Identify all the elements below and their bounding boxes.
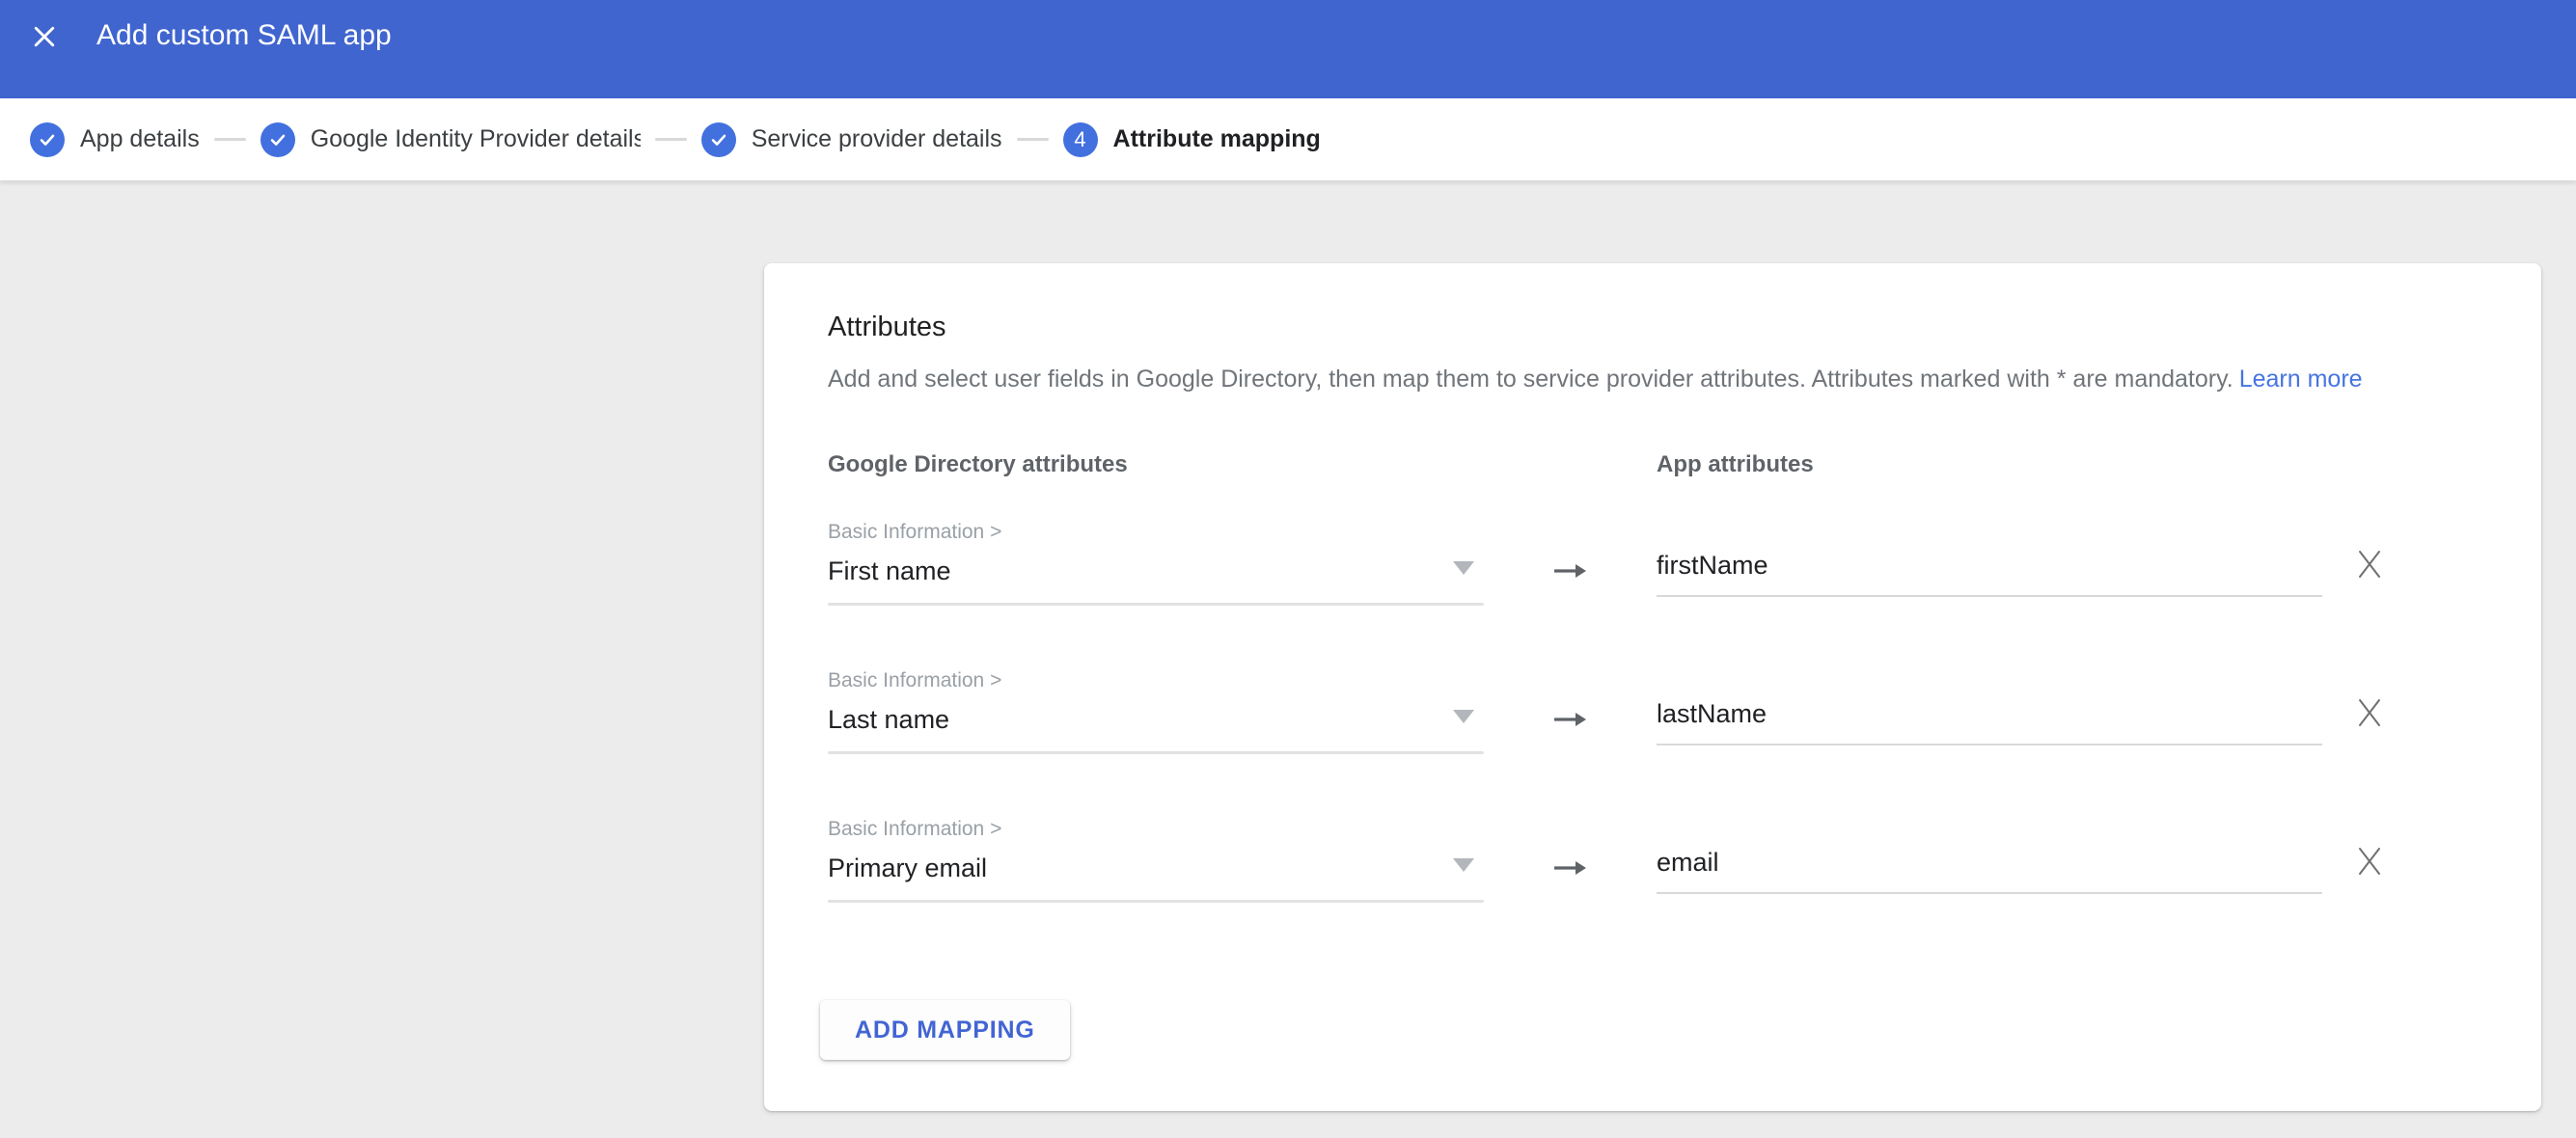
app-attribute-field <box>1657 817 2322 894</box>
step-label: Attribute mapping <box>1113 125 1321 153</box>
google-attribute-value: Last name <box>828 703 949 736</box>
app-attribute-input[interactable] <box>1657 846 2322 894</box>
arrow-cell <box>1484 558 1657 583</box>
attribute-category-label: Basic Information > <box>828 520 1484 545</box>
google-attribute-select[interactable]: Basic Information > First name <box>828 520 1484 606</box>
add-mapping-button[interactable]: ADD MAPPING <box>820 1000 1070 1060</box>
arrow-cell <box>1484 707 1657 732</box>
remove-mapping-icon[interactable] <box>2355 549 2384 580</box>
arrow-right-icon <box>1552 558 1589 583</box>
close-x-glyph <box>30 22 59 51</box>
dropdown-caret-icon <box>1453 561 1474 575</box>
app-attribute-input[interactable] <box>1657 549 2322 597</box>
card-description: Add and select user fields in Google Dir… <box>828 364 2410 394</box>
mapping-row: Basic Information > First name <box>828 520 2541 606</box>
check-icon <box>267 129 288 150</box>
attribute-category-label: Basic Information > <box>828 668 1484 693</box>
step-label: Google Identity Provider details <box>311 125 641 153</box>
column-headers: Google Directory attributes App attribut… <box>828 450 2541 479</box>
step-number: 4 <box>1074 129 1085 150</box>
google-attribute-value: First name <box>828 555 951 587</box>
attributes-card: Attributes Add and select user fields in… <box>764 263 2541 1111</box>
step-google-idp-details[interactable]: Google Identity Provider details <box>260 122 641 157</box>
arrow-right-icon <box>1552 855 1589 881</box>
description-text: Add and select user fields in Google Dir… <box>828 366 2233 393</box>
arrow-right-icon <box>1552 707 1589 732</box>
mapping-rows: Basic Information > First name <box>828 520 2541 903</box>
step-complete-circle <box>260 122 295 157</box>
step-attribute-mapping[interactable]: 4 Attribute mapping <box>1063 122 1321 157</box>
close-icon[interactable] <box>29 21 60 52</box>
app-bar: Add custom SAML app <box>0 0 2576 98</box>
remove-mapping-icon[interactable] <box>2355 697 2384 728</box>
remove-x-glyph <box>2356 697 2383 728</box>
mapping-row: Basic Information > Primary email <box>828 817 2541 903</box>
learn-more-link[interactable]: Learn more <box>2239 366 2363 393</box>
wizard-stepper: App details Google Identity Provider det… <box>0 98 2576 181</box>
dropdown-caret-icon <box>1453 710 1474 723</box>
google-directory-column-header: Google Directory attributes <box>828 450 1657 479</box>
remove-mapping-icon[interactable] <box>2355 846 2384 877</box>
step-app-details[interactable]: App details <box>30 122 200 157</box>
dialog-title: Add custom SAML app <box>96 17 392 54</box>
google-attribute-select[interactable]: Basic Information > Last name <box>828 668 1484 754</box>
step-service-provider-details[interactable]: Service provider details <box>701 122 1002 157</box>
check-icon <box>708 129 729 150</box>
step-connector <box>655 138 687 141</box>
app-attribute-input[interactable] <box>1657 697 2322 745</box>
step-label: App details <box>80 125 200 153</box>
app-attributes-column-header: App attributes <box>1657 450 1814 479</box>
step-connector <box>1017 138 1049 141</box>
google-attribute-value: Primary email <box>828 852 987 884</box>
select-underline <box>828 751 1484 754</box>
google-attribute-select[interactable]: Basic Information > Primary email <box>828 817 1484 903</box>
step-label: Service provider details <box>752 125 1002 153</box>
step-connector <box>214 138 246 141</box>
step-number-circle: 4 <box>1063 122 1098 157</box>
mapping-row: Basic Information > Last name <box>828 668 2541 754</box>
app-attribute-field <box>1657 520 2322 597</box>
card-heading: Attributes <box>828 312 2541 342</box>
app-attribute-field <box>1657 668 2322 745</box>
select-underline <box>828 603 1484 606</box>
attribute-category-label: Basic Information > <box>828 817 1484 842</box>
select-underline <box>828 900 1484 903</box>
dropdown-caret-icon <box>1453 858 1474 872</box>
remove-x-glyph <box>2356 549 2383 580</box>
step-complete-circle <box>30 122 65 157</box>
arrow-cell <box>1484 855 1657 881</box>
remove-x-glyph <box>2356 846 2383 877</box>
step-complete-circle <box>701 122 736 157</box>
check-icon <box>37 129 58 150</box>
page-background: Attributes Add and select user fields in… <box>0 181 2576 1137</box>
